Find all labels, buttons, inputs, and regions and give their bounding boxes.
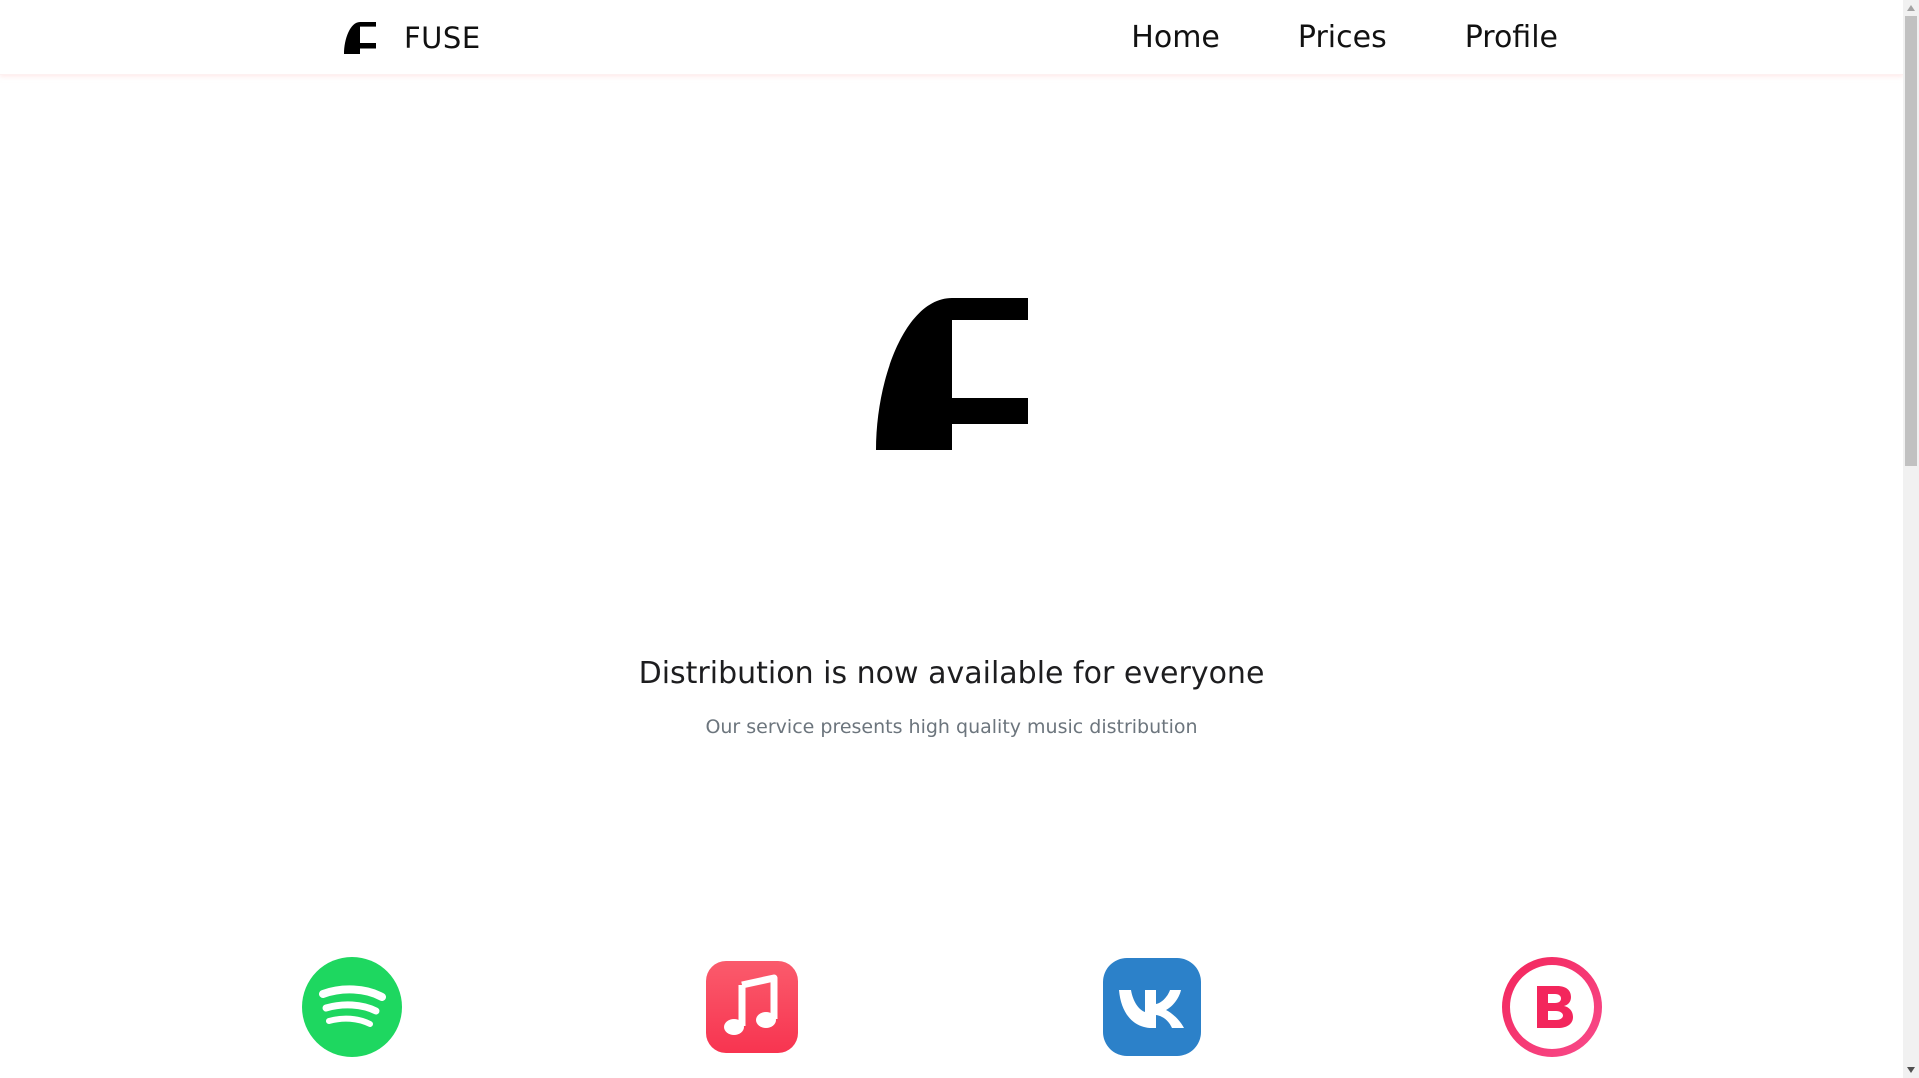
nav-link-profile[interactable]: Profile — [1465, 16, 1558, 60]
vk-icon — [1103, 958, 1201, 1056]
apple-music-icon — [706, 961, 798, 1053]
hero-title: Distribution is now available for everyo… — [638, 656, 1265, 691]
service-boom[interactable] — [1500, 955, 1604, 1059]
navbar: FUSE Home Prices Profile — [0, 0, 1903, 75]
brand-link[interactable]: FUSE — [344, 18, 481, 58]
scroll-up-arrow-icon[interactable] — [1903, 0, 1919, 16]
boom-icon — [1502, 957, 1602, 1057]
service-spotify[interactable] — [300, 955, 404, 1059]
page: FUSE Home Prices Profile Distribution is… — [0, 0, 1919, 1078]
scroll-down-arrow-icon[interactable] — [1903, 1062, 1919, 1078]
service-vk[interactable] — [1100, 955, 1204, 1059]
service-apple-music[interactable] — [700, 955, 804, 1059]
services-row — [0, 955, 1903, 1065]
nav-link-home[interactable]: Home — [1131, 16, 1220, 60]
nav-links: Home Prices Profile — [1131, 16, 1558, 60]
nav-link-prices[interactable]: Prices — [1298, 16, 1387, 60]
vertical-scrollbar[interactable] — [1903, 0, 1919, 1078]
spotify-icon — [302, 957, 402, 1057]
hero-subtitle: Our service presents high quality music … — [705, 716, 1198, 738]
fuse-logo-icon — [876, 298, 1028, 450]
scrollbar-thumb[interactable] — [1905, 16, 1917, 466]
fuse-logo-icon — [344, 22, 376, 54]
brand-name: FUSE — [404, 21, 481, 55]
